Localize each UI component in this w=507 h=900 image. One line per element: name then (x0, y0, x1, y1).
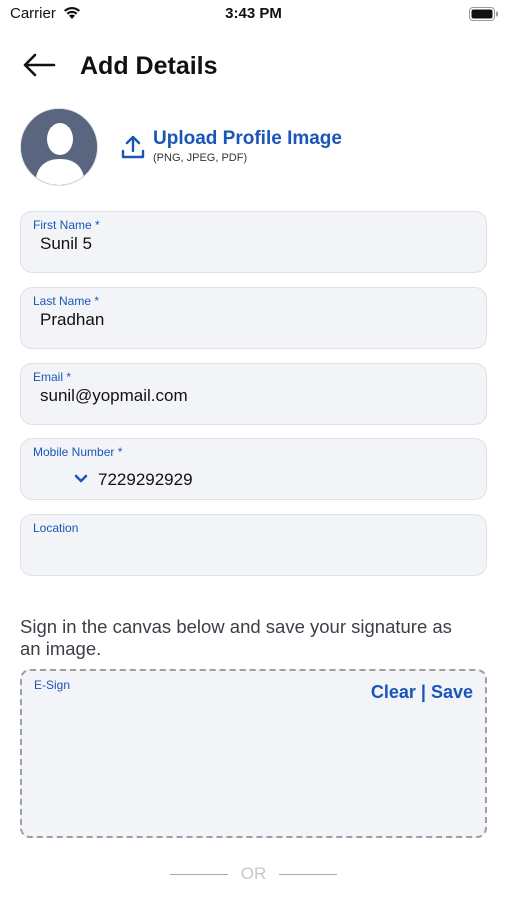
status-time: 3:43 PM (225, 5, 282, 22)
clear-button[interactable]: Clear (371, 682, 416, 702)
location-input[interactable] (40, 535, 470, 559)
first-name-input[interactable] (40, 232, 470, 256)
esign-actions: Clear | Save (371, 682, 473, 703)
last-name-field[interactable]: Last Name * (20, 287, 487, 349)
first-name-label: First Name * (33, 218, 100, 232)
esign-canvas[interactable]: E-Sign Clear | Save (20, 669, 487, 838)
or-label: OR (240, 864, 267, 883)
last-name-input[interactable] (40, 308, 470, 332)
last-name-label: Last Name * (33, 294, 100, 308)
email-input[interactable] (40, 384, 470, 408)
upload-profile-image-button[interactable]: Upload Profile Image (PNG, JPEG, PDF) (121, 128, 342, 165)
avatar[interactable] (20, 108, 98, 186)
header: Add Details (0, 44, 507, 90)
arrow-left-icon (22, 53, 56, 82)
mobile-number-label: Mobile Number * (33, 445, 123, 459)
signature-instruction: Sign in the canvas below and save your s… (20, 616, 452, 659)
or-divider: OR (0, 864, 507, 884)
mobile-number-input[interactable] (98, 468, 468, 492)
battery-icon (469, 7, 499, 26)
page-title: Add Details (80, 52, 218, 80)
save-button[interactable]: Save (431, 682, 473, 702)
person-silhouette-icon (21, 109, 97, 185)
action-separator: | (415, 682, 431, 702)
location-label: Location (33, 521, 79, 535)
back-button[interactable] (22, 50, 62, 84)
chevron-down-icon[interactable] (74, 471, 88, 489)
upload-profile-image-label: Upload Profile Image (153, 128, 342, 149)
upload-format-hint: (PNG, JPEG, PDF) (153, 152, 248, 164)
upload-icon (121, 134, 145, 165)
first-name-field[interactable]: First Name * (20, 211, 487, 273)
status-bar: Carrier 3:43 PM (0, 0, 507, 30)
divider-line-right (278, 873, 337, 875)
esign-label: E-Sign (34, 678, 71, 692)
divider-line-left (170, 873, 229, 875)
location-field[interactable]: Location (20, 514, 487, 576)
email-field[interactable]: Email * (20, 363, 487, 425)
email-label: Email * (33, 370, 72, 384)
mobile-number-field[interactable]: Mobile Number * (20, 438, 487, 500)
